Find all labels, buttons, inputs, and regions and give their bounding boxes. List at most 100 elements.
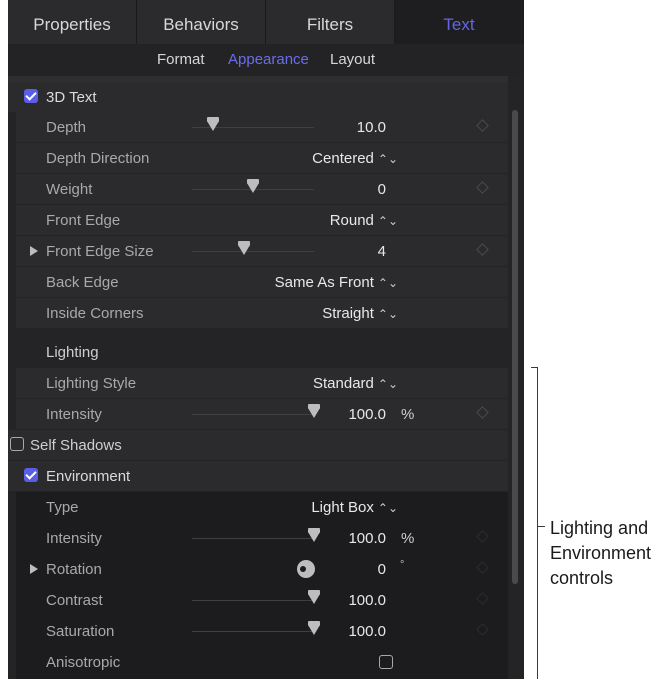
- chevron-updown-icon: ⌃⌄: [377, 307, 398, 321]
- keyframe-diamond-icon[interactable]: [476, 243, 489, 256]
- env-saturation-row: Saturation 100.0: [16, 616, 508, 646]
- callout-line: controls: [550, 568, 614, 588]
- env-intensity-slider-thumb[interactable]: [308, 528, 320, 542]
- callout-line: Lighting and: [550, 518, 649, 538]
- env-intensity-label: Intensity: [46, 530, 102, 547]
- callout-bracket: [531, 367, 538, 679]
- chevron-updown-icon: ⌃⌄: [377, 501, 398, 515]
- env-intensity-value[interactable]: 100.0: [348, 530, 386, 547]
- keyframe-diamond-icon[interactable]: [476, 119, 489, 132]
- lighting-style-label: Lighting Style: [46, 375, 137, 392]
- percent-unit: %: [401, 530, 415, 547]
- lighting-intensity-value[interactable]: 100.0: [348, 406, 386, 423]
- self-shadows-checkbox[interactable]: [10, 437, 24, 451]
- inspector-tab-bar: Properties Behaviors Filters Text: [8, 0, 524, 44]
- env-saturation-value[interactable]: 100.0: [348, 623, 386, 640]
- depth-slider-thumb[interactable]: [206, 117, 219, 131]
- disclosure-triangle-icon[interactable]: [30, 564, 38, 574]
- anisotropic-checkbox[interactable]: [379, 655, 393, 669]
- self-shadows-label: Self Shadows: [30, 437, 122, 454]
- depth-direction-row: Depth Direction Centered ⌃⌄: [16, 143, 508, 173]
- percent-unit: %: [401, 406, 415, 423]
- lighting-intensity-slider[interactable]: [192, 404, 320, 418]
- back-edge-row: Back Edge Same As Front ⌃⌄: [16, 267, 508, 297]
- env-anisotropic-row: Anisotropic: [16, 647, 508, 677]
- chevron-updown-icon: ⌃⌄: [377, 152, 398, 166]
- depth-direction-popup[interactable]: Centered ⌃⌄: [312, 150, 398, 167]
- weight-slider[interactable]: [192, 179, 314, 193]
- env-contrast-slider-thumb[interactable]: [308, 590, 320, 604]
- env-contrast-label: Contrast: [46, 592, 103, 609]
- keyframe-diamond-icon[interactable]: [476, 561, 489, 574]
- environment-label: Environment: [46, 468, 131, 485]
- env-rotation-value[interactable]: 0: [378, 561, 386, 578]
- env-type-popup[interactable]: Light Box ⌃⌄: [311, 499, 398, 516]
- tab-properties[interactable]: Properties: [8, 0, 137, 44]
- front-edge-row: Front Edge Round ⌃⌄: [16, 205, 508, 235]
- front-edge-label: Front Edge: [46, 212, 121, 229]
- env-type-row: Type Light Box ⌃⌄: [16, 492, 508, 522]
- env-saturation-label: Saturation: [46, 623, 115, 640]
- disclosure-triangle-icon[interactable]: [30, 246, 38, 256]
- weight-slider-thumb[interactable]: [247, 179, 259, 193]
- tab-behaviors[interactable]: Behaviors: [137, 0, 266, 44]
- front-edge-size-row: Front Edge Size 4: [16, 236, 508, 266]
- 3d-text-checkbox[interactable]: [24, 89, 38, 103]
- subtab-appearance[interactable]: Appearance: [228, 51, 309, 68]
- environment-checkbox[interactable]: [24, 468, 38, 482]
- env-saturation-slider-thumb[interactable]: [308, 621, 320, 635]
- tab-text[interactable]: Text: [395, 0, 524, 44]
- env-contrast-slider[interactable]: [192, 590, 320, 604]
- env-rotation-label: Rotation: [46, 561, 102, 578]
- subtab-layout[interactable]: Layout: [330, 51, 375, 68]
- front-edge-size-value[interactable]: 4: [378, 243, 386, 260]
- back-edge-label: Back Edge: [46, 274, 119, 291]
- subtab-format[interactable]: Format: [157, 51, 205, 68]
- keyframe-diamond-icon[interactable]: [476, 181, 489, 194]
- env-contrast-row: Contrast 100.0: [16, 585, 508, 615]
- weight-label: Weight: [46, 181, 93, 198]
- chevron-updown-icon: ⌃⌄: [377, 377, 398, 391]
- front-edge-size-slider[interactable]: [192, 241, 314, 255]
- keyframe-diamond-icon[interactable]: [476, 406, 489, 419]
- keyframe-diamond-icon[interactable]: [476, 592, 489, 605]
- tab-filters[interactable]: Filters: [266, 0, 395, 44]
- callout-text: Lighting and Environment controls: [550, 516, 663, 591]
- inside-corners-label: Inside Corners: [46, 305, 144, 322]
- chevron-updown-icon: ⌃⌄: [377, 276, 398, 290]
- inside-corners-popup[interactable]: Straight ⌃⌄: [322, 305, 398, 322]
- front-edge-popup[interactable]: Round ⌃⌄: [330, 212, 398, 229]
- lighting-intensity-slider-thumb[interactable]: [308, 404, 320, 418]
- depth-direction-label: Depth Direction: [46, 150, 150, 167]
- weight-row: Weight 0: [16, 174, 508, 204]
- environment-section: Environment: [8, 461, 508, 491]
- scrollbar[interactable]: [512, 110, 518, 584]
- 3d-text-label: 3D Text: [46, 89, 97, 106]
- env-intensity-row: Intensity 100.0 %: [16, 523, 508, 553]
- keyframe-diamond-icon[interactable]: [476, 623, 489, 636]
- weight-value[interactable]: 0: [378, 181, 386, 198]
- depth-slider[interactable]: [192, 117, 314, 131]
- env-saturation-slider[interactable]: [192, 621, 320, 635]
- callout-line: Environment: [550, 543, 652, 563]
- inside-corners-row: Inside Corners Straight ⌃⌄: [16, 298, 508, 328]
- lighting-section: Lighting: [8, 337, 508, 367]
- env-intensity-slider[interactable]: [192, 528, 320, 542]
- front-edge-size-label: Front Edge Size: [46, 243, 154, 260]
- env-anisotropic-label: Anisotropic: [46, 654, 121, 671]
- callout-bracket-tick: [538, 526, 545, 527]
- depth-value[interactable]: 10.0: [357, 119, 386, 136]
- lighting-intensity-label: Intensity: [46, 406, 102, 423]
- back-edge-popup[interactable]: Same As Front ⌃⌄: [275, 274, 398, 291]
- chevron-updown-icon: ⌃⌄: [377, 214, 398, 228]
- depth-row: Depth 10.0: [16, 112, 508, 142]
- front-edge-size-slider-thumb[interactable]: [238, 241, 251, 255]
- degree-unit: °: [400, 559, 405, 571]
- rotation-dial[interactable]: [297, 560, 315, 578]
- env-type-label: Type: [46, 499, 79, 516]
- keyframe-diamond-icon[interactable]: [476, 530, 489, 543]
- lighting-intensity-row: Intensity 100.0 %: [16, 399, 508, 429]
- env-rotation-row: Rotation 0 °: [16, 554, 508, 584]
- env-contrast-value[interactable]: 100.0: [348, 592, 386, 609]
- lighting-style-popup[interactable]: Standard ⌃⌄: [313, 375, 398, 392]
